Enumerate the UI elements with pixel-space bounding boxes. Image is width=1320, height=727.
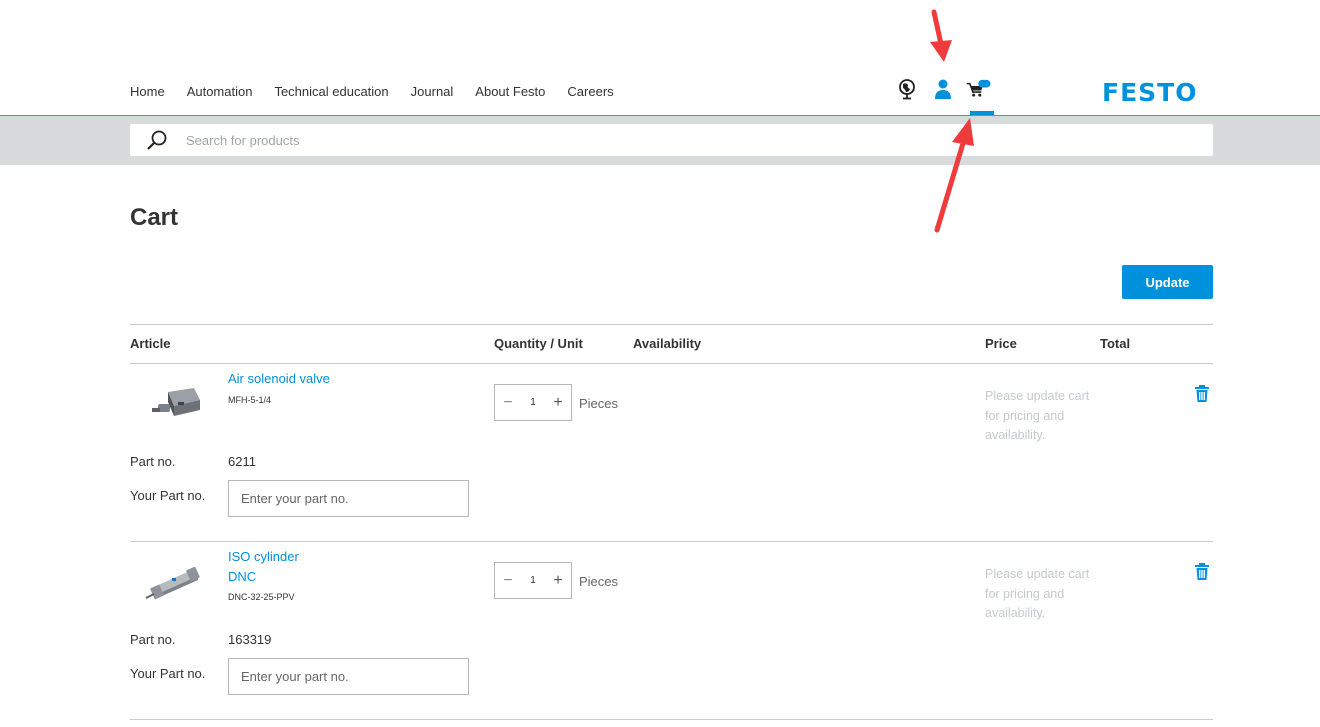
cart-row: ISO cylinder DNC DNC-32-25-PPV − 1 + Pie…: [130, 542, 1213, 720]
cart-count-badge: 1: [990, 78, 995, 87]
cart-icon[interactable]: 1: [966, 76, 995, 102]
nav-automation[interactable]: Automation: [187, 84, 253, 99]
main-nav: Home Automation Technical education Jour…: [130, 84, 636, 99]
decrease-quantity-button[interactable]: −: [499, 572, 517, 590]
search-box: [130, 124, 1213, 156]
cart-active-indicator: [970, 111, 994, 115]
quantity-stepper: − 1 +: [494, 384, 572, 421]
search-band: [0, 116, 1320, 165]
quantity-unit: Pieces: [579, 396, 619, 411]
increase-quantity-button[interactable]: +: [549, 572, 567, 590]
search-icon[interactable]: [146, 129, 178, 151]
nav-careers[interactable]: Careers: [567, 84, 613, 99]
article-name-line-1: ISO cylinder: [228, 549, 299, 564]
header-total: Total: [1100, 336, 1131, 351]
header-icons: 1: [894, 76, 1002, 102]
quantity-value[interactable]: 1: [530, 397, 536, 408]
product-image: [144, 378, 204, 426]
nav-home[interactable]: Home: [130, 84, 165, 99]
article-code: MFH-5-1/4: [228, 395, 272, 405]
header-availability: Availability: [633, 336, 702, 351]
update-button[interactable]: Update: [1122, 265, 1213, 299]
increase-quantity-button[interactable]: +: [549, 394, 567, 412]
article-name-link[interactable]: Air solenoid valve: [228, 369, 330, 389]
price-note: Please update cart for pricing and avail…: [985, 567, 1090, 620]
your-part-no-input[interactable]: [228, 480, 469, 517]
delete-icon[interactable]: [1194, 385, 1210, 403]
nav-technical-education[interactable]: Technical education: [274, 84, 388, 99]
decrease-quantity-button[interactable]: −: [499, 394, 517, 412]
product-image: [144, 556, 204, 604]
article-code: DNC-32-25-PPV: [228, 592, 295, 602]
cart-table-header: Article Quantity / Unit Availability Pri…: [130, 324, 1213, 364]
article-name-link[interactable]: ISO cylinder DNC: [228, 547, 299, 587]
user-icon[interactable]: [930, 76, 956, 102]
quantity-unit: Pieces: [579, 574, 619, 589]
delete-icon[interactable]: [1194, 563, 1210, 581]
part-no-value: 163319: [228, 632, 272, 647]
nav-about-festo[interactable]: About Festo: [475, 84, 545, 99]
article-name-line-2: DNC: [228, 569, 257, 584]
part-no-label: Part no.: [130, 632, 176, 647]
quantity-value[interactable]: 1: [530, 575, 536, 586]
header-quantity-unit: Quantity / Unit: [494, 336, 583, 351]
header-article: Article: [130, 336, 171, 351]
globe-icon[interactable]: [894, 76, 920, 102]
nav-journal[interactable]: Journal: [411, 84, 454, 99]
search-input[interactable]: [186, 132, 1086, 148]
part-no-label: Part no.: [130, 454, 176, 469]
cart-row: Air solenoid valve MFH-5-1/4 − 1 + Piece…: [130, 364, 1213, 542]
festo-logo[interactable]: FESTO: [1102, 78, 1197, 107]
header-price: Price: [985, 336, 1017, 351]
quantity-stepper: − 1 +: [494, 562, 572, 599]
site-header: Home Automation Technical education Jour…: [0, 0, 1320, 116]
page-title: Cart: [130, 204, 179, 231]
part-no-value: 6211: [228, 454, 256, 469]
your-part-no-label: Your Part no.: [130, 666, 206, 681]
your-part-no-label: Your Part no.: [130, 488, 206, 503]
price-note: Please update cart for pricing and avail…: [985, 389, 1090, 442]
your-part-no-input[interactable]: [228, 658, 469, 695]
